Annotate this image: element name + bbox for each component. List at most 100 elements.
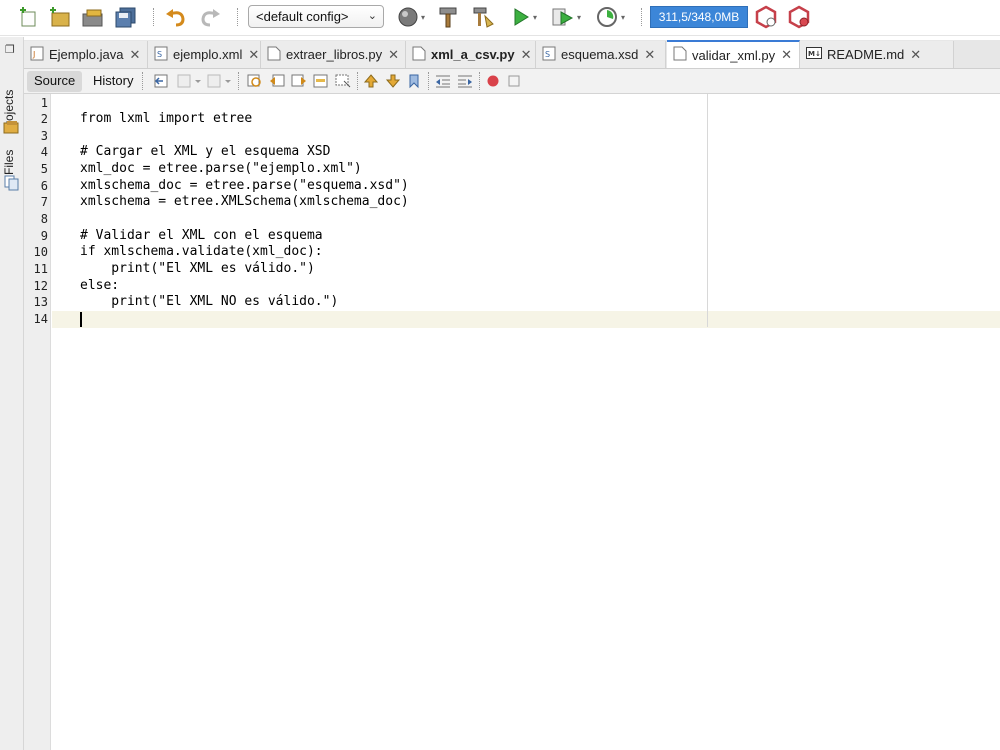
text-caret	[80, 312, 82, 327]
code-line[interactable]: from lxml import etree	[80, 111, 252, 126]
line-number: 7	[40, 195, 48, 209]
close-icon[interactable]: ✕	[644, 47, 655, 63]
globe-icon[interactable]: ▾	[393, 4, 429, 30]
debug-icon[interactable]: ▾	[547, 4, 585, 30]
line-number: 13	[33, 295, 48, 309]
history-view-button[interactable]: History	[86, 71, 140, 92]
tab-ejemplo-xml[interactable]: S ejemplo.xml ✕	[148, 41, 261, 68]
svg-text:J: J	[32, 50, 35, 59]
toolbar-separator	[428, 72, 429, 90]
toggle-bookmark-icon[interactable]	[406, 73, 424, 94]
editor-tab-bar: J Ejemplo.java ✕ S ejemplo.xml ✕ extraer…	[24, 40, 1000, 69]
line-number: 11	[33, 262, 48, 276]
tab-label: Ejemplo.java	[49, 47, 124, 62]
main-toolbar: <default config> ⌄ ▾ ▾ ▾ ▾ 311,5/348,0MB	[0, 0, 1000, 36]
profile-icon[interactable]: ▾	[590, 4, 630, 30]
tab-label: esquema.xsd	[561, 47, 639, 62]
window-restore-icon[interactable]: ❐	[5, 43, 15, 56]
rectangular-selection-icon[interactable]	[334, 73, 352, 94]
code-line[interactable]: xml_doc = etree.parse("ejemplo.xml")	[80, 161, 362, 176]
previous-bookmark-icon[interactable]	[362, 73, 380, 94]
editor-toolbar: Source History	[24, 69, 1000, 94]
tab-extraer-libros-py[interactable]: extraer_libros.py ✕	[261, 41, 406, 68]
pause-gc-icon[interactable]	[753, 4, 779, 30]
stop-gc-icon[interactable]	[786, 4, 812, 30]
close-icon[interactable]: ✕	[781, 47, 792, 63]
projects-icon	[3, 120, 19, 139]
code-line[interactable]: # Cargar el XML y el esquema XSD	[80, 144, 330, 159]
find-selection-icon[interactable]	[246, 73, 264, 94]
python-file-icon	[412, 46, 426, 64]
line-number: 10	[33, 245, 48, 259]
code-line[interactable]: print("El XML es válido.")	[80, 261, 315, 276]
close-icon[interactable]: ✕	[129, 47, 140, 63]
tab-label: README.md	[827, 47, 905, 62]
toolbar-separator	[479, 72, 480, 90]
tab-label: extraer_libros.py	[286, 47, 383, 62]
toolbar-separator	[142, 72, 143, 90]
svg-text:S: S	[157, 50, 162, 59]
forward-icon[interactable]	[206, 73, 232, 94]
open-project-icon[interactable]	[80, 4, 106, 30]
tab-xml-a-csv-py[interactable]: xml_a_csv.py ✕	[406, 41, 536, 68]
markdown-file-icon: M↓	[806, 47, 822, 62]
tab-ejemplo-java[interactable]: J Ejemplo.java ✕	[24, 41, 148, 68]
toolbar-separator	[357, 72, 358, 90]
memory-meter[interactable]: 311,5/348,0MB	[650, 6, 748, 28]
python-file-icon	[673, 46, 687, 64]
last-edit-icon[interactable]	[152, 73, 170, 94]
dropdown-arrow-icon: ▾	[532, 12, 537, 22]
close-icon[interactable]: ✕	[388, 47, 399, 63]
line-number: 2	[40, 112, 48, 126]
tab-readme-md[interactable]: M↓ README.md ✕	[800, 41, 954, 68]
right-margin-guide	[707, 94, 708, 327]
build-icon[interactable]	[436, 4, 460, 30]
line-number: 5	[40, 162, 48, 176]
line-number: 14	[33, 312, 48, 326]
next-bookmark-icon[interactable]	[384, 73, 402, 94]
shift-left-icon[interactable]	[434, 73, 452, 94]
dropdown-arrow-icon: ▾	[420, 12, 425, 22]
line-number: 9	[40, 229, 48, 243]
svg-text:S: S	[545, 50, 550, 59]
tab-label: validar_xml.py	[692, 47, 776, 63]
code-line[interactable]: # Validar el XML con el esquema	[80, 228, 323, 243]
line-number: 6	[40, 179, 48, 193]
source-view-button[interactable]: Source	[27, 71, 83, 92]
code-line[interactable]: print("El XML NO es válido.")	[80, 294, 338, 309]
svg-text:M↓: M↓	[808, 50, 821, 58]
code-line[interactable]: xmlschema = etree.XMLSchema(xmlschema_do…	[80, 194, 409, 209]
shift-right-icon[interactable]	[456, 73, 474, 94]
current-line-highlight	[52, 311, 1000, 328]
python-file-icon	[267, 46, 281, 64]
close-icon[interactable]: ✕	[248, 47, 259, 63]
new-file-icon[interactable]	[16, 4, 40, 30]
code-line[interactable]: else:	[80, 278, 119, 293]
line-number: 3	[40, 129, 48, 143]
close-icon[interactable]: ✕	[521, 47, 532, 63]
tab-validar-xml-py[interactable]: validar_xml.py ✕	[667, 40, 800, 68]
tab-esquema-xsd[interactable]: S esquema.xsd ✕	[536, 41, 666, 68]
find-next-icon[interactable]	[290, 73, 308, 94]
save-all-icon[interactable]	[113, 4, 139, 30]
code-line[interactable]: if xmlschema.validate(xml_doc):	[80, 244, 323, 259]
toolbar-separator	[237, 8, 238, 26]
find-previous-icon[interactable]	[268, 73, 286, 94]
line-number: 8	[40, 212, 48, 226]
line-number: 4	[40, 145, 48, 159]
side-bar: Projects Files	[0, 37, 24, 750]
config-dropdown[interactable]: <default config> ⌄	[248, 5, 384, 28]
stop-macro-recording-icon[interactable]	[506, 73, 522, 94]
xsd-file-icon: S	[542, 46, 556, 64]
run-icon[interactable]: ▾	[507, 4, 541, 30]
clean-build-icon[interactable]	[470, 4, 496, 30]
undo-icon[interactable]	[163, 4, 189, 30]
start-macro-recording-icon[interactable]	[485, 73, 501, 94]
code-line[interactable]: xmlschema_doc = etree.parse("esquema.xsd…	[80, 178, 409, 193]
line-number: 1	[40, 96, 48, 110]
new-project-icon[interactable]	[46, 4, 72, 30]
close-icon[interactable]: ✕	[910, 47, 921, 63]
redo-icon[interactable]	[197, 4, 223, 30]
toggle-highlight-icon[interactable]	[312, 73, 330, 94]
back-icon[interactable]	[176, 73, 202, 94]
